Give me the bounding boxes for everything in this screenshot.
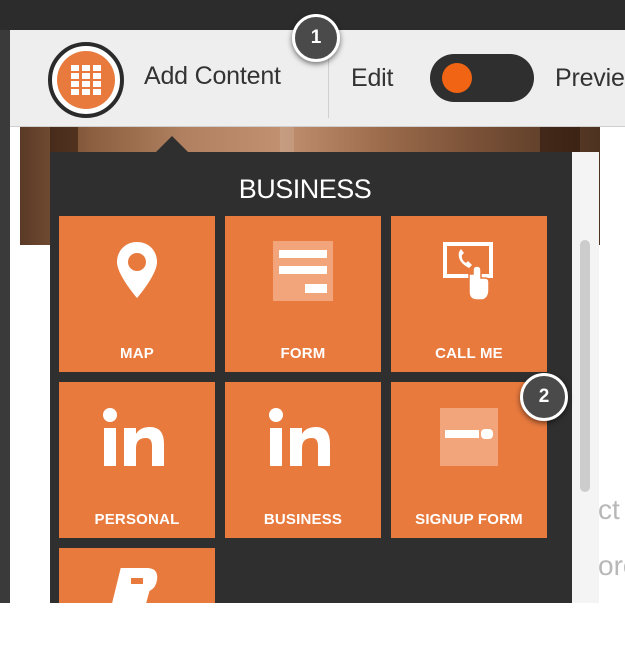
form-icon [225,240,381,320]
tile-label: MAP [120,345,154,362]
step-badge-2: 2 [520,373,568,421]
edit-label[interactable]: Edit [351,64,393,93]
call-me-icon [391,240,547,320]
linkedin-icon [225,406,381,486]
left-frame [0,30,10,603]
preview-label[interactable]: Previe [555,64,625,93]
background-text: ct [598,494,620,525]
add-content-button[interactable]: Add Content [48,42,318,118]
tile-personal[interactable]: PERSONAL [59,382,215,538]
toggle-knob [442,63,472,93]
edit-toggle[interactable] [430,54,534,102]
tile-label: BUSINESS [263,511,343,528]
tile-label: CALL ME [435,345,503,362]
tile-call-me[interactable]: CALL ME [391,216,547,372]
panel-title: BUSINESS [238,174,372,204]
tile-business[interactable]: BUSINESS [225,382,381,538]
grid-icon [48,42,124,118]
scrollbar-thumb[interactable] [580,240,590,492]
map-pin-icon [59,240,215,320]
add-content-panel: BUSINESS MAP FORM CALL ME PERSONAL BUSIN… [50,152,572,606]
background-text: ore [598,550,625,581]
tile-map[interactable]: MAP [59,216,215,372]
linkedin-icon [59,406,215,486]
tile-form[interactable]: FORM [225,216,381,372]
signup-form-icon [391,406,547,486]
panel-caret [156,136,188,152]
add-content-label: Add Content [144,62,281,90]
blogger-icon [59,566,215,646]
step-badge-1: 1 [292,14,340,62]
tile-label: FORM [280,345,326,362]
tile-label: PERSONAL [94,511,180,528]
tile-label: SIGNUP FORM [415,511,523,528]
tile-blogger[interactable] [59,548,215,606]
